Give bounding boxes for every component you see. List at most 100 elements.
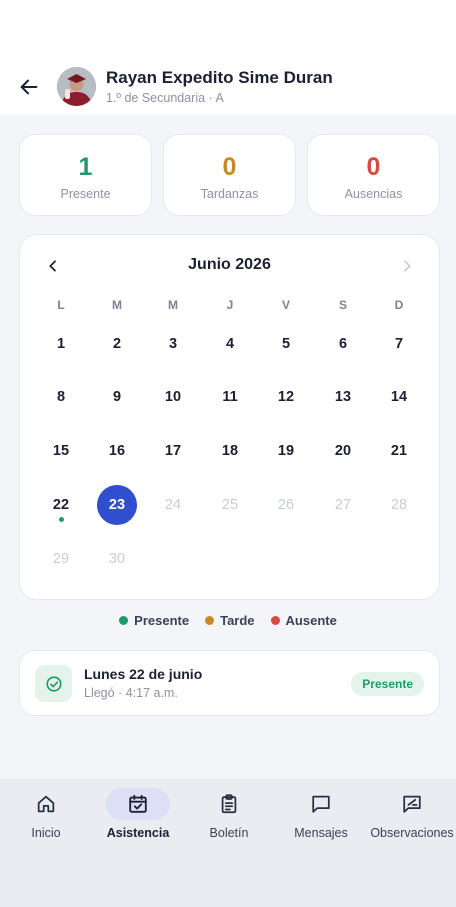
- weekday-label: M: [168, 298, 178, 312]
- calendar-day[interactable]: 2: [97, 324, 137, 364]
- calendar-day[interactable]: 4: [210, 324, 250, 364]
- day-number: 13: [334, 389, 352, 405]
- student-avatar: [57, 67, 96, 106]
- day-number: 29: [52, 551, 70, 567]
- calendar-day: 25: [210, 485, 250, 525]
- stat-label: Ausencias: [344, 187, 403, 201]
- day-number: 3: [168, 336, 178, 352]
- record-arrival-time: Llegó · 4:17 a.m.: [84, 686, 178, 700]
- stat-label: Presente: [60, 187, 111, 201]
- nav-icon-wrap: [197, 788, 261, 820]
- day-number: 21: [390, 443, 408, 459]
- nav-item-boletin[interactable]: Boletín: [183, 788, 275, 844]
- nav-item-asistencia[interactable]: Asistencia: [92, 788, 184, 844]
- calendar-day[interactable]: 11: [210, 377, 250, 417]
- calendar-day[interactable]: 16: [97, 431, 137, 471]
- weekday-label: S: [338, 298, 347, 312]
- nav-label: Observaciones: [370, 826, 454, 840]
- nav-label: Asistencia: [106, 826, 170, 840]
- calendar-day[interactable]: 15: [41, 431, 81, 471]
- legend-item-present: Presente: [119, 613, 189, 628]
- calendar-day[interactable]: 10: [153, 377, 193, 417]
- calendar-day[interactable]: 7: [379, 324, 419, 364]
- nav-label: Inicio: [31, 826, 61, 840]
- attendance-calendar: Junio 2026 LMMJVSD 1 2 3 4 5 6 7 8 9 10 11 12 13 14 15…: [19, 234, 440, 600]
- calendar-day[interactable]: 21: [379, 431, 419, 471]
- calendar-day[interactable]: 6: [323, 324, 363, 364]
- attendance-record[interactable]: Lunes 22 de junio Llegó · 4:17 a.m. Pres…: [19, 650, 440, 716]
- legend-label: Presente: [134, 613, 190, 628]
- clipboard-icon: [221, 794, 237, 814]
- day-number: 17: [164, 443, 182, 459]
- weekday-label: J: [226, 298, 234, 312]
- absent-dot-icon: [270, 616, 280, 625]
- calendar-day[interactable]: 19: [266, 431, 306, 471]
- status-badge: Presente: [351, 672, 424, 696]
- stat-card-absent: 0 Ausencias: [307, 134, 440, 216]
- calendar-day[interactable]: 14: [379, 377, 419, 417]
- nav-label: Boletín: [209, 826, 249, 840]
- day-number: 25: [221, 497, 239, 513]
- present-dot-icon: [119, 616, 129, 625]
- present-dot-icon: [58, 517, 64, 522]
- chevron-right-icon: [404, 260, 411, 272]
- day-number: 28: [390, 497, 408, 513]
- calendar-month-title: Junio 2026: [188, 256, 271, 273]
- day-number: 7: [394, 336, 404, 352]
- home-icon: [37, 795, 55, 813]
- nav-icon-wrap: [106, 788, 170, 820]
- day-number: 2: [112, 336, 122, 352]
- calendar-day: 30: [97, 539, 137, 579]
- calendar-day[interactable]: 9: [97, 377, 137, 417]
- calendar-day[interactable]: 13: [323, 377, 363, 417]
- arrow-left-icon: [20, 79, 38, 95]
- nav-icon-wrap: [289, 788, 353, 820]
- day-number: 14: [390, 389, 408, 405]
- nav-icon-wrap: [14, 788, 78, 820]
- nav-item-inicio[interactable]: Inicio: [0, 788, 92, 844]
- day-number: 5: [281, 336, 291, 352]
- calendar-day: 27: [323, 485, 363, 525]
- day-number: 20: [334, 443, 352, 459]
- day-number: 1: [56, 336, 66, 352]
- stat-label: Tardanzas: [200, 187, 259, 201]
- calendar-day[interactable]: 5: [266, 324, 306, 364]
- back-button[interactable]: [14, 72, 44, 102]
- day-number: 8: [56, 389, 66, 405]
- app-header: Rayan Expedito Sime Duran 1.º de Secunda…: [0, 0, 456, 115]
- day-number: 12: [277, 389, 295, 405]
- calendar-day: 28: [379, 485, 419, 525]
- day-number: 16: [108, 443, 126, 459]
- calendar-day-selected[interactable]: 23: [97, 485, 137, 525]
- legend-label: Ausente: [285, 613, 337, 628]
- stat-value: 0: [222, 153, 237, 181]
- calendar-day[interactable]: 22: [41, 485, 81, 525]
- calendar-check-icon: [129, 794, 147, 813]
- calendar-day[interactable]: 1: [41, 324, 81, 364]
- check-circle-icon: [45, 675, 62, 692]
- calendar-day[interactable]: 17: [153, 431, 193, 471]
- day-number: 15: [52, 443, 70, 459]
- stat-value: 1: [78, 153, 93, 181]
- weekday-label: D: [394, 298, 404, 312]
- calendar-day: 26: [266, 485, 306, 525]
- calendar-day: 24: [153, 485, 193, 525]
- calendar-day[interactable]: 3: [153, 324, 193, 364]
- calendar-day[interactable]: 20: [323, 431, 363, 471]
- student-name: Rayan Expedito Sime Duran: [106, 68, 333, 87]
- day-number: 27: [334, 497, 352, 513]
- calendar-day[interactable]: 8: [41, 377, 81, 417]
- nav-icon-wrap: [380, 788, 444, 820]
- nav-item-mensajes[interactable]: Mensajes: [275, 788, 367, 844]
- nav-label: Mensajes: [294, 826, 348, 840]
- late-dot-icon: [205, 616, 215, 625]
- calendar-day[interactable]: 12: [266, 377, 306, 417]
- day-number: 6: [338, 336, 348, 352]
- chat-icon: [312, 795, 330, 813]
- day-number: 24: [164, 497, 182, 513]
- day-number: 26: [277, 497, 295, 513]
- calendar-day[interactable]: 18: [210, 431, 250, 471]
- stat-card-late: 0 Tardanzas: [163, 134, 296, 216]
- nav-item-observaciones[interactable]: Observaciones: [366, 788, 456, 844]
- next-month-button[interactable]: [395, 255, 419, 277]
